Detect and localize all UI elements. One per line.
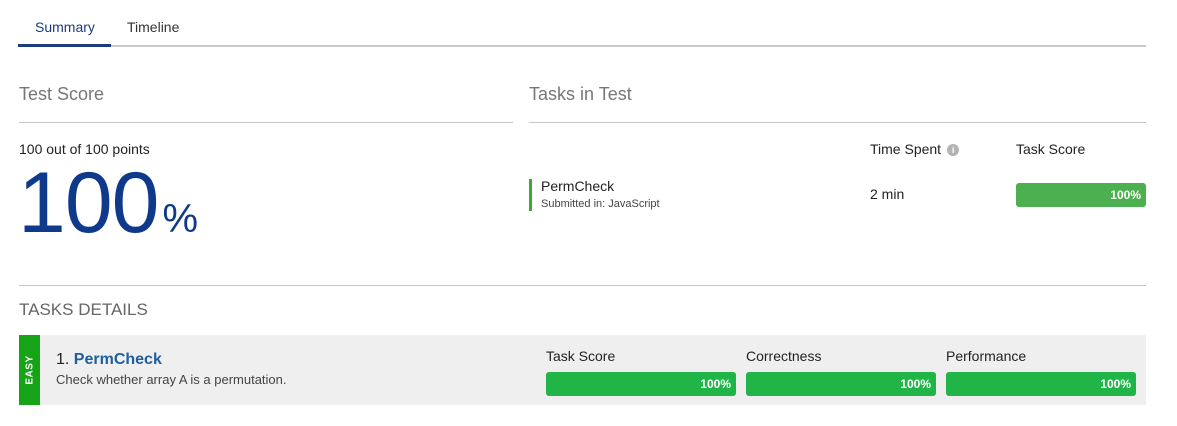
task-detail-link[interactable]: PermCheck xyxy=(74,351,162,368)
task-score-header: Task Score xyxy=(1016,141,1086,157)
metric-task-score-value: 100% xyxy=(700,377,731,391)
tasks-in-test-heading: Tasks in Test xyxy=(529,84,632,104)
metric-correctness-label: Correctness xyxy=(746,348,822,364)
task-time-spent: 2 min xyxy=(870,186,905,202)
metric-task-score-label: Task Score xyxy=(546,348,616,364)
score-percentage: 100% xyxy=(18,160,198,246)
test-score-heading: Test Score xyxy=(19,84,105,104)
task-description: Check whether array A is a permutation. xyxy=(56,372,287,387)
metric-correctness-bar: 100% xyxy=(746,372,936,396)
task-detail-title: 1. PermCheck xyxy=(56,351,162,369)
difficulty-badge: EASY xyxy=(19,335,40,405)
info-icon[interactable]: i xyxy=(947,144,960,156)
task-status-indicator xyxy=(529,179,532,211)
task-name[interactable]: PermCheck xyxy=(541,178,614,194)
tasks-details-heading: TASKS DETAILS xyxy=(19,300,148,319)
task-language: Submitted in: JavaScript xyxy=(541,198,660,210)
task-number: 1. xyxy=(56,351,70,368)
tab-bar: Summary Timeline xyxy=(18,0,1146,47)
task-score-value: 100% xyxy=(1110,188,1141,202)
metric-performance-bar: 100% xyxy=(946,372,1136,396)
tasks-in-test-divider xyxy=(529,122,1146,123)
tab-summary[interactable]: Summary xyxy=(35,19,95,35)
time-spent-label: Time Spent xyxy=(870,141,942,157)
details-divider xyxy=(19,285,1146,286)
test-score-divider xyxy=(19,122,513,123)
task-score-bar: 100% xyxy=(1016,183,1146,207)
metric-performance-label: Performance xyxy=(946,348,1027,364)
time-spent-header: Time Spent i xyxy=(870,141,960,157)
active-tab-indicator xyxy=(18,44,111,47)
score-value: 100 xyxy=(18,155,159,251)
metric-performance-value: 100% xyxy=(1100,377,1131,391)
task-detail-row: EASY 1. PermCheck Check whether array A … xyxy=(19,335,1146,405)
difficulty-label: EASY xyxy=(24,355,35,385)
score-unit: % xyxy=(162,197,199,241)
tab-timeline[interactable]: Timeline xyxy=(127,19,179,35)
metric-task-score-bar: 100% xyxy=(546,372,736,396)
metric-correctness-value: 100% xyxy=(900,377,931,391)
